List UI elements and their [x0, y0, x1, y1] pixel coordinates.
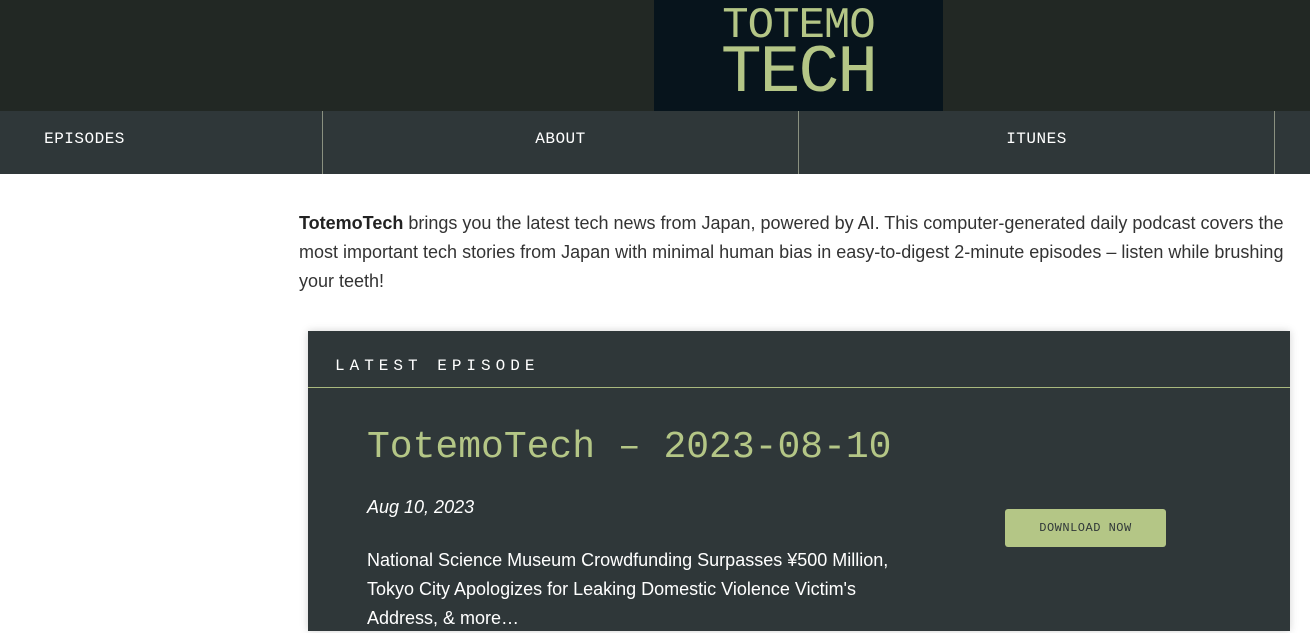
- episode-title[interactable]: TotemoTech – 2023-08-10: [367, 426, 892, 470]
- site-logo[interactable]: TOTEMO TECH: [654, 0, 943, 111]
- site-header: TOTEMO TECH: [0, 0, 1310, 111]
- episode-date: Aug 10, 2023: [367, 497, 475, 517]
- card-divider: [308, 387, 1290, 388]
- nav-divider: [1274, 111, 1275, 174]
- latest-episode-label: LATEST EPISODE: [335, 357, 540, 375]
- logo-line-2: TECH: [720, 35, 878, 112]
- intro-paragraph: TotemoTech brings you the latest tech ne…: [299, 209, 1289, 296]
- nav-item-about[interactable]: ABOUT: [323, 111, 798, 174]
- intro-text: brings you the latest tech news from Jap…: [299, 213, 1284, 291]
- intro-brand: TotemoTech: [299, 213, 404, 233]
- download-now-button[interactable]: DOWNLOAD NOW: [1005, 509, 1166, 547]
- nav-item-episodes[interactable]: EPISODES: [0, 111, 169, 174]
- main-nav: EPISODES ABOUT ITUNES: [0, 111, 1310, 174]
- nav-item-itunes[interactable]: ITUNES: [799, 111, 1274, 174]
- latest-episode-card: LATEST EPISODE TotemoTech – 2023-08-10 A…: [308, 331, 1290, 631]
- episode-description: National Science Museum Crowdfunding Sur…: [367, 550, 889, 628]
